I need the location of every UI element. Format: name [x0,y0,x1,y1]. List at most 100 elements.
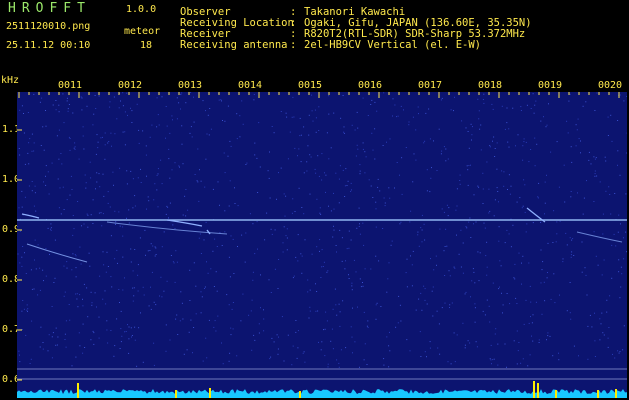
noise-speck [166,205,168,207]
noise-speck [469,217,471,219]
noise-speck [370,268,372,270]
noise-speck [577,192,578,194]
noise-speck [333,112,335,114]
noise-speck [327,270,329,272]
noise-speck [320,277,322,278]
noise-speck [104,290,106,292]
noise-speck [25,334,27,336]
noise-speck [201,296,203,298]
noise-speck [318,106,320,108]
noise-speck [72,215,74,216]
noise-speck [182,163,184,165]
noise-speck [405,272,407,274]
noise-speck [617,164,618,166]
noise-speck [601,312,603,314]
noise-speck [98,173,100,175]
noise-speck [132,207,134,209]
noise-speck [516,303,518,304]
noise-speck [81,225,82,227]
noise-speck [31,150,33,152]
noise-speck [195,285,197,287]
noise-speck [249,213,251,215]
noise-speck [31,190,33,192]
noise-speck [617,120,619,121]
noise-speck [351,336,353,338]
x-tick-label: 0017 [418,80,443,91]
noise-speck [299,135,301,137]
noise-speck [317,155,319,157]
noise-speck [130,107,131,109]
noise-speck [179,166,180,168]
noise-speck [72,112,74,114]
noise-speck [508,174,510,176]
meteor-count: 18 [140,40,153,51]
noise-speck [454,361,456,363]
noise-speck [118,289,120,290]
noise-speck [193,327,195,328]
noise-speck [399,223,401,225]
noise-speck [263,309,264,311]
noise-speck [59,187,61,189]
noise-speck [566,120,568,122]
noise-speck [456,334,458,336]
noise-speck [617,150,619,152]
noise-speck [190,92,192,93]
noise-speck [339,229,341,231]
noise-speck [441,208,443,210]
noise-speck [57,336,59,338]
noise-speck [193,96,194,98]
amplitude-spike [597,390,599,398]
noise-speck [142,361,144,363]
noise-speck [339,325,341,327]
noise-speck [473,194,475,196]
noise-speck [253,94,255,95]
noise-speck [86,213,88,215]
noise-speck [323,329,324,331]
noise-speck [594,173,596,175]
noise-speck [330,147,332,149]
noise-speck [336,251,337,253]
noise-speck [522,205,524,207]
noise-speck [341,237,343,239]
noise-speck [467,169,469,171]
noise-speck [375,304,377,306]
noise-speck [71,269,73,271]
noise-speck [470,237,472,238]
noise-speck [540,222,542,223]
noise-speck [536,143,538,145]
noise-speck [553,210,555,212]
noise-speck [343,131,345,133]
noise-speck [348,278,350,279]
noise-speck [74,146,76,148]
noise-speck [96,306,97,308]
noise-speck [292,96,294,98]
noise-speck [474,307,476,309]
noise-speck [601,274,603,276]
noise-speck [236,138,238,140]
noise-speck [372,149,374,151]
noise-speck [534,165,536,167]
noise-speck [24,252,25,254]
noise-speck [207,114,209,116]
noise-speck [67,110,69,112]
noise-speck [462,322,464,324]
noise-speck [486,299,488,301]
noise-speck [195,313,197,315]
noise-speck [55,100,57,101]
noise-speck [605,190,607,192]
noise-speck [21,105,23,107]
noise-speck [498,201,499,203]
noise-speck [31,288,33,290]
noise-speck [455,209,457,211]
noise-speck [475,221,477,223]
noise-speck [104,144,106,146]
noise-speck [140,312,141,314]
noise-speck [126,217,127,219]
noise-speck [145,145,147,147]
noise-speck [259,166,261,168]
noise-speck [190,126,192,128]
noise-speck [176,261,178,263]
noise-speck [294,211,296,212]
noise-speck [306,170,308,172]
noise-speck [423,285,425,287]
